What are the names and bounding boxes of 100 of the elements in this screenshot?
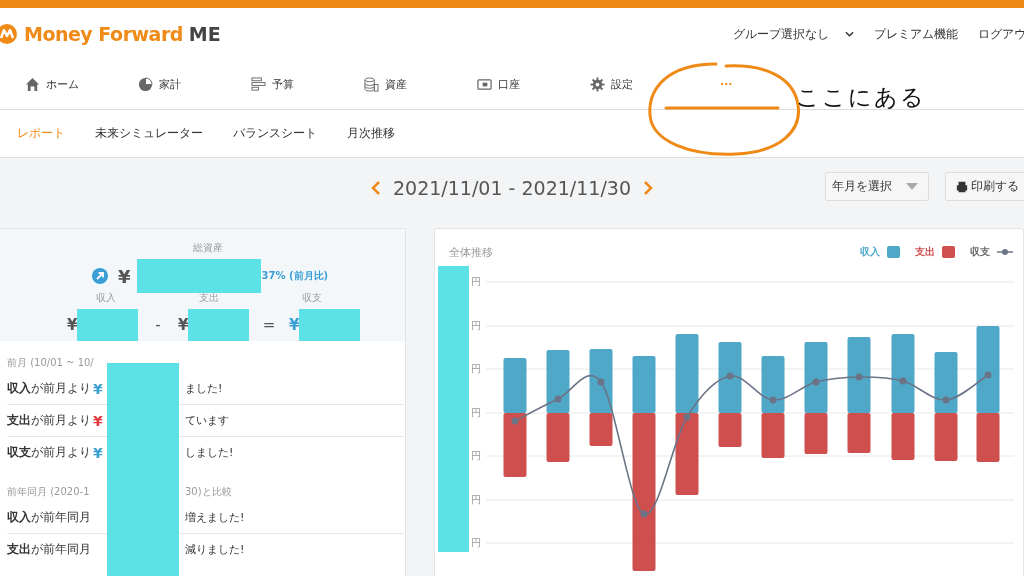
expense-bar	[976, 413, 1000, 462]
expense-bar	[847, 413, 871, 453]
comparison-label: 支出が前年同月	[7, 541, 91, 558]
nav-tab[interactable]: 口座	[477, 77, 590, 92]
data-point	[769, 396, 777, 404]
nav-tab[interactable]: 家計	[138, 77, 251, 92]
column-label: 収支	[300, 291, 323, 305]
caret-icon	[906, 183, 918, 190]
axis-label: 円	[471, 449, 481, 463]
home-icon	[25, 77, 40, 92]
data-point	[984, 371, 992, 379]
income-bar	[761, 356, 785, 413]
comparison-heading: 30)と比較	[185, 485, 233, 499]
header-link[interactable]: ログアウ	[978, 25, 1024, 43]
comparison-label: 収支が前月より	[7, 444, 91, 461]
comparison-text: 増えました!	[185, 510, 246, 525]
data-point	[899, 377, 907, 385]
pie-chart-icon	[138, 77, 153, 92]
axis-label: 円	[471, 275, 481, 289]
total-label: 総資産	[192, 241, 224, 255]
redaction-block	[77, 309, 138, 341]
comparison-text: 減りました!	[185, 542, 246, 557]
legend-label: 支出	[915, 245, 935, 259]
settings-icon	[590, 77, 605, 92]
data-point	[942, 396, 950, 404]
data-point	[597, 378, 605, 386]
comparison-text: しました!	[185, 445, 235, 460]
coins-icon	[364, 77, 379, 92]
axis-label: 円	[471, 362, 481, 376]
currency-sign: ¥	[93, 412, 103, 429]
change-rate: 37% (前月比)	[261, 269, 329, 283]
nav-tab[interactable]: 資産	[364, 77, 477, 92]
currency-sign: ¥	[93, 444, 103, 461]
group-dropdown[interactable]: グループ選択なし	[733, 25, 829, 43]
arrow-up-icon	[92, 268, 108, 284]
comparison-text: ています	[185, 413, 230, 428]
data-point	[640, 510, 648, 518]
logo-suffix: ME	[188, 23, 221, 45]
logo-brand: Money Forward	[24, 23, 183, 45]
expense-bar	[934, 413, 958, 461]
subnav-tab[interactable]: バランスシート	[233, 126, 317, 141]
comparison-label: 収入が前月より	[7, 380, 91, 397]
legend-label: 収支	[970, 245, 990, 259]
income-bar	[503, 358, 527, 413]
redaction-block	[188, 309, 249, 341]
operator-sign: -	[154, 316, 162, 334]
chart-title: 全体推移	[449, 244, 493, 260]
comparison-heading: 前年同月 (2020-1	[7, 485, 91, 499]
caret-icon[interactable]	[845, 31, 854, 37]
period-range: 2021/11/01 - 2021/11/30	[393, 177, 631, 199]
data-point	[855, 373, 863, 381]
income-bar	[546, 350, 570, 413]
comparison-label: 支出が前月より	[7, 412, 91, 429]
axis-label: 円	[471, 319, 481, 333]
nav-tab[interactable]: 設定	[590, 77, 703, 92]
expense-bar	[546, 413, 570, 462]
data-point	[554, 395, 562, 403]
currency-sign: ¥	[178, 316, 188, 334]
printer-icon	[956, 180, 968, 193]
currency-sign: ¥	[67, 316, 77, 334]
previous-icon[interactable]	[371, 180, 381, 196]
expense-bar	[718, 413, 742, 447]
income-bar	[632, 356, 656, 413]
month-select[interactable]: 年月を選択	[825, 172, 929, 201]
comparison-label: 収入が前年同月	[7, 509, 91, 526]
column-label: 支出	[197, 291, 220, 305]
column-label: 収入	[94, 291, 117, 305]
data-point	[726, 372, 734, 380]
currency-sign: ¥	[118, 265, 131, 287]
currency-sign: ¥	[289, 316, 299, 334]
bars-icon	[251, 77, 266, 92]
axis-label: 円	[471, 536, 481, 550]
income-bar	[718, 342, 742, 413]
expense-bar	[804, 413, 828, 454]
header-link[interactable]: プレミアム機能	[874, 25, 958, 43]
expense-bar	[589, 413, 613, 446]
operator-sign: =	[261, 316, 277, 334]
print-button[interactable]: 印刷する	[945, 172, 1024, 201]
expense-bar	[891, 413, 915, 460]
data-point	[683, 413, 691, 421]
wallet-icon	[477, 77, 492, 92]
nav-tab[interactable]: 予算	[251, 77, 364, 92]
income-bar	[934, 352, 958, 413]
subnav-tab[interactable]: 月次推移	[347, 126, 395, 141]
income-bar	[589, 349, 613, 413]
comparison-heading: 前月 (10/01 ~ 10/	[7, 356, 95, 370]
subnav-tab[interactable]: 未来シミュレーター	[95, 126, 203, 141]
axis-label: 円	[471, 406, 481, 420]
currency-sign: ¥	[93, 380, 103, 397]
income-bar	[804, 342, 828, 413]
next-icon[interactable]	[643, 180, 653, 196]
axis-label: 円	[471, 493, 481, 507]
data-point	[812, 378, 820, 386]
comparison-text: ました!	[185, 381, 224, 396]
nav-tab[interactable]: ホーム	[25, 77, 138, 92]
legend-label: 収入	[860, 245, 880, 259]
data-point	[511, 417, 519, 425]
expense-bar	[503, 413, 527, 477]
redaction-block	[299, 309, 360, 341]
expense-bar	[761, 413, 785, 458]
